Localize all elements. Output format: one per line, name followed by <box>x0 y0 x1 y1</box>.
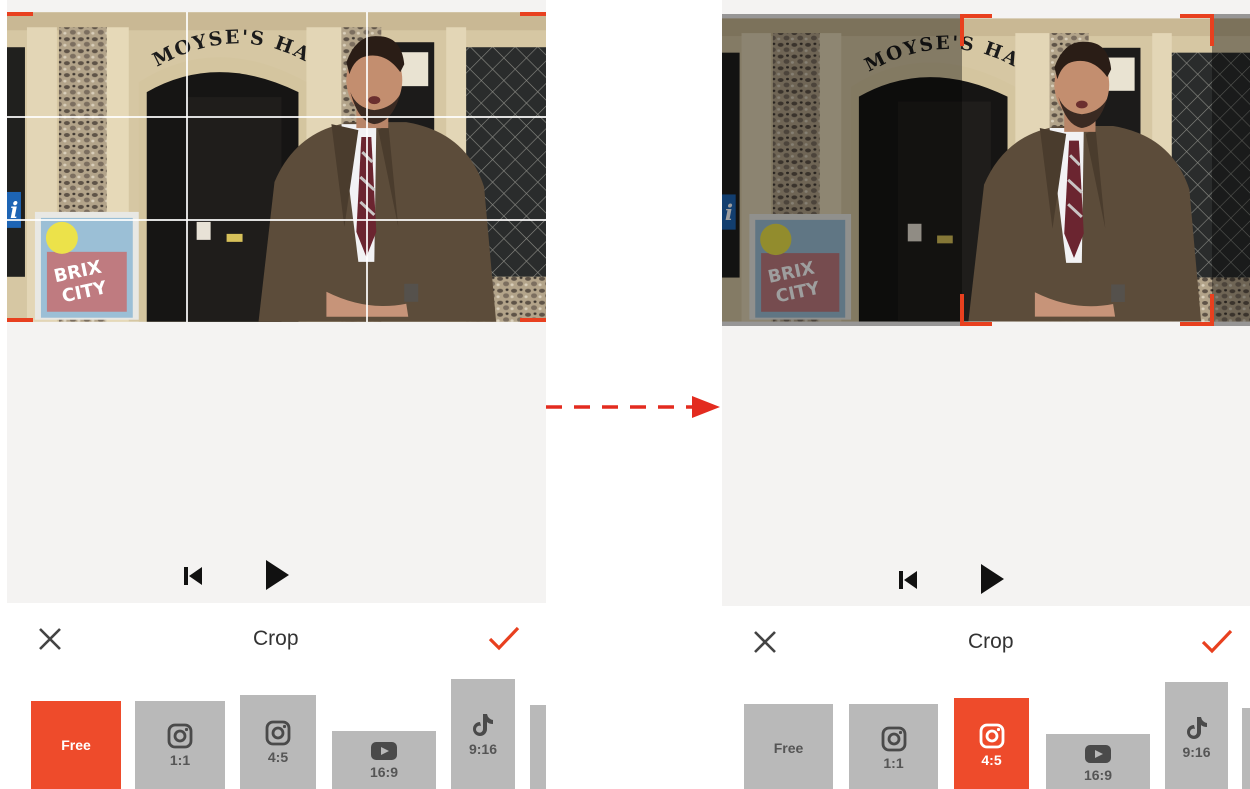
tiktok-icon <box>1186 716 1207 739</box>
ratio-16-9-button[interactable]: 16:9 <box>1046 734 1150 789</box>
crop-handle-bottom-left[interactable] <box>7 318 33 322</box>
crop-grid-line <box>366 12 368 322</box>
crop-handle-bottom-right[interactable] <box>1180 294 1214 326</box>
ratio-16-9-button[interactable]: 16:9 <box>332 731 436 789</box>
crop-toolbar: Crop Free 1:1 4:5 16:9 9:16 <box>7 603 546 789</box>
crop-handle-top-left[interactable] <box>7 12 33 16</box>
crop-handle-top-left[interactable] <box>960 14 994 48</box>
ratio-label: 9:16 <box>1182 743 1211 760</box>
ratio-4-5-button[interactable]: 4:5 <box>954 698 1029 789</box>
crop-toolbar: Crop Free 1:1 4:5 16:9 9:16 <box>722 606 1250 789</box>
instagram-icon <box>265 720 291 745</box>
crop-handle-bottom-right[interactable] <box>520 318 546 322</box>
tiktok-icon <box>473 713 493 736</box>
ratio-9-16-button[interactable]: 9:16 <box>1165 682 1228 789</box>
skip-to-start-icon[interactable] <box>894 566 922 594</box>
youtube-icon <box>1085 744 1111 763</box>
ratio-4-5-button[interactable]: 4:5 <box>240 695 316 789</box>
ratio-label: 1:1 <box>169 751 191 768</box>
crop-outside-shade <box>722 14 962 326</box>
dashed-arrow-icon <box>546 396 720 418</box>
crop-handle-bottom-left[interactable] <box>960 294 994 326</box>
instagram-icon <box>167 723 193 748</box>
instagram-icon <box>979 723 1004 748</box>
skip-to-start-icon[interactable] <box>179 562 207 590</box>
ratio-label: 4:5 <box>267 748 289 765</box>
crop-handle-top-right[interactable] <box>1180 14 1214 48</box>
ratio-label: 16:9 <box>369 763 399 780</box>
video-preview <box>722 14 1250 326</box>
crop-grid-line <box>7 116 546 118</box>
crop-grid-line <box>7 219 546 221</box>
crop-screen-before: Crop Free 1:1 4:5 16:9 9:16 <box>7 0 546 789</box>
ratio-free-button[interactable]: Free <box>31 701 121 789</box>
play-icon[interactable] <box>261 558 293 592</box>
ratio-free-button[interactable]: Free <box>744 704 833 789</box>
ratio-label: 1:1 <box>883 754 904 771</box>
crop-handle-top-right[interactable] <box>520 12 546 16</box>
video-preview <box>7 12 546 322</box>
check-icon[interactable] <box>1200 627 1233 657</box>
crop-outside-shade <box>1212 14 1250 326</box>
ratio-label: 4:5 <box>981 751 1002 768</box>
ratio-label: 9:16 <box>468 740 498 757</box>
ratio-9-16-button[interactable]: 9:16 <box>451 679 515 789</box>
instagram-icon <box>881 726 906 751</box>
video-frame <box>7 12 546 322</box>
ratio-label: Free <box>61 737 91 753</box>
ratio-more-button[interactable] <box>530 705 546 789</box>
crop-grid-line <box>186 12 188 322</box>
ratio-label: Free <box>773 740 804 756</box>
close-icon[interactable] <box>35 624 65 654</box>
check-icon[interactable] <box>487 624 520 654</box>
toolbar-title: Crop <box>253 627 299 650</box>
toolbar-title: Crop <box>968 630 1014 653</box>
ratio-1-1-button[interactable]: 1:1 <box>135 701 225 789</box>
close-icon[interactable] <box>750 627 780 657</box>
crop-screen-after: Crop Free 1:1 4:5 16:9 9:16 <box>722 0 1250 789</box>
youtube-icon <box>371 741 397 760</box>
play-icon[interactable] <box>976 562 1008 596</box>
ratio-more-button[interactable] <box>1242 708 1250 789</box>
ratio-1-1-button[interactable]: 1:1 <box>849 704 938 789</box>
ratio-label: 16:9 <box>1083 766 1113 783</box>
